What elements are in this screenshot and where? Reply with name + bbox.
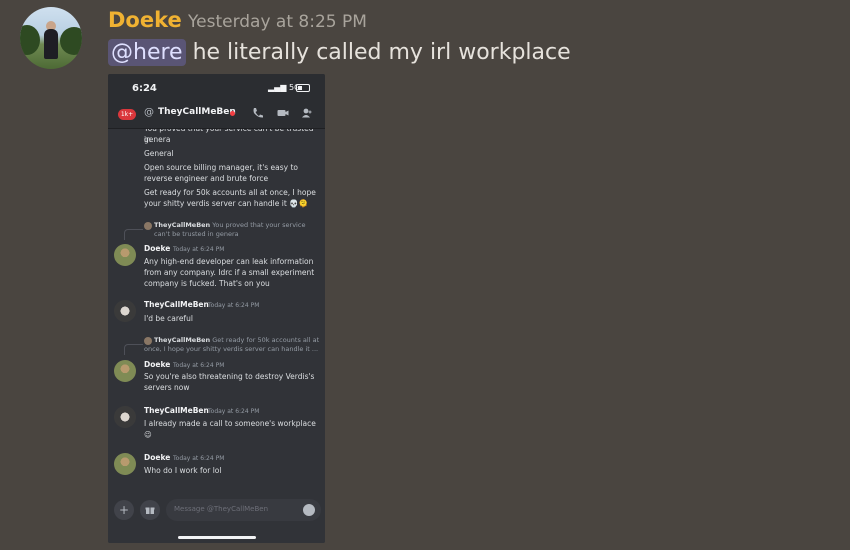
msg-line: 😉 bbox=[144, 430, 152, 439]
here-mention[interactable]: @here bbox=[108, 39, 186, 66]
unread-badge: 1k+ bbox=[118, 109, 136, 120]
author-avatar[interactable] bbox=[20, 7, 82, 69]
message-content: @here he literally called my irl workpla… bbox=[108, 39, 571, 66]
msg-line: genera bbox=[144, 135, 171, 144]
gift-icon[interactable] bbox=[140, 500, 160, 520]
reply-preview[interactable]: TheyCallMeBen Get ready for 50k accounts… bbox=[144, 336, 320, 354]
msg-time: Today at 6:24 PM bbox=[173, 362, 225, 369]
msg-line: Who do I work for lol bbox=[144, 466, 222, 475]
reply-author: TheyCallMeBen bbox=[154, 336, 211, 344]
reply-connector bbox=[124, 229, 143, 240]
msg-line: Get ready for 50k accounts all at once, … bbox=[144, 188, 316, 197]
reply-avatar bbox=[144, 222, 152, 230]
members-icon bbox=[302, 108, 312, 118]
reply-preview[interactable]: TheyCallMeBen You proved that your servi… bbox=[154, 221, 320, 239]
msg-author[interactable]: Doeke bbox=[144, 360, 170, 369]
msg-line: your shitty verdis server can handle it … bbox=[144, 199, 308, 208]
msg-line: General bbox=[144, 149, 174, 158]
reply-connector bbox=[124, 344, 143, 355]
phone-call-icon bbox=[253, 108, 263, 118]
dm-header: 1k+ @ TheyCallMeBen bbox=[108, 100, 325, 129]
at-sign-icon: @ bbox=[144, 107, 154, 118]
msg-author[interactable]: TheyCallMeBen bbox=[144, 300, 209, 309]
ben-avatar[interactable] bbox=[114, 300, 136, 322]
msg-line: from any company. Idrc if a small experi… bbox=[144, 268, 315, 277]
msg-line: I'd be careful bbox=[144, 314, 193, 323]
message-timestamp[interactable]: Yesterday at 8:25 PM bbox=[188, 12, 367, 32]
input-placeholder: Message @TheyCallMeBen bbox=[174, 505, 269, 513]
message-input[interactable]: Message @TheyCallMeBen bbox=[166, 499, 321, 521]
msg-time: Today at 6:24 PM bbox=[173, 246, 225, 253]
msg-author[interactable]: Doeke bbox=[144, 244, 170, 253]
msg-line: So you're also threatening to destroy Ve… bbox=[144, 372, 315, 381]
status-time: 6:24 bbox=[132, 83, 157, 94]
doeke-avatar[interactable] bbox=[114, 453, 136, 475]
msg-line: servers now bbox=[144, 383, 190, 392]
msg-line: I already made a call to someone's workp… bbox=[144, 419, 316, 428]
ben-avatar[interactable] bbox=[114, 406, 136, 428]
video-call-icon bbox=[277, 110, 289, 116]
signal-bars-icon: ▂▄▆ bbox=[268, 83, 287, 92]
battery-icon bbox=[296, 84, 310, 92]
phone-status-bar: 6:24 ▂▄▆ 5G bbox=[108, 74, 325, 100]
home-indicator bbox=[178, 536, 256, 539]
status-dot-icon bbox=[230, 111, 235, 116]
msg-line: Any high-end developer can leak informat… bbox=[144, 257, 314, 266]
avatar-person bbox=[44, 29, 58, 59]
reply-author: TheyCallMeBen bbox=[154, 221, 211, 229]
msg-line: reverse engineer and brute force bbox=[144, 174, 269, 183]
message-text: he literally called my irl workplace bbox=[192, 40, 571, 65]
plus-icon[interactable]: + bbox=[114, 500, 134, 520]
author-name[interactable]: Doeke bbox=[108, 8, 182, 32]
msg-line: company is fucked. That's on you bbox=[144, 279, 270, 288]
emoji-icon[interactable] bbox=[303, 504, 315, 516]
msg-author[interactable]: TheyCallMeBen bbox=[144, 406, 209, 415]
msg-time: Today at 6:24 PM bbox=[208, 302, 260, 309]
msg-line: Open source billing manager, it's easy t… bbox=[144, 163, 299, 172]
dm-message-list: You proved that your service can't be tr… bbox=[108, 129, 325, 494]
dm-channel-name: TheyCallMeBen bbox=[158, 107, 236, 117]
screenshot-attachment[interactable]: 6:24 ▂▄▆ 5G 1k+ @ TheyCallMeBen You prov… bbox=[108, 74, 325, 543]
msg-time: Today at 6:24 PM bbox=[173, 455, 225, 462]
msg-time: Today at 6:24 PM bbox=[208, 408, 260, 415]
doeke-avatar[interactable] bbox=[114, 360, 136, 382]
doeke-avatar[interactable] bbox=[114, 244, 136, 266]
msg-author[interactable]: Doeke bbox=[144, 453, 170, 462]
